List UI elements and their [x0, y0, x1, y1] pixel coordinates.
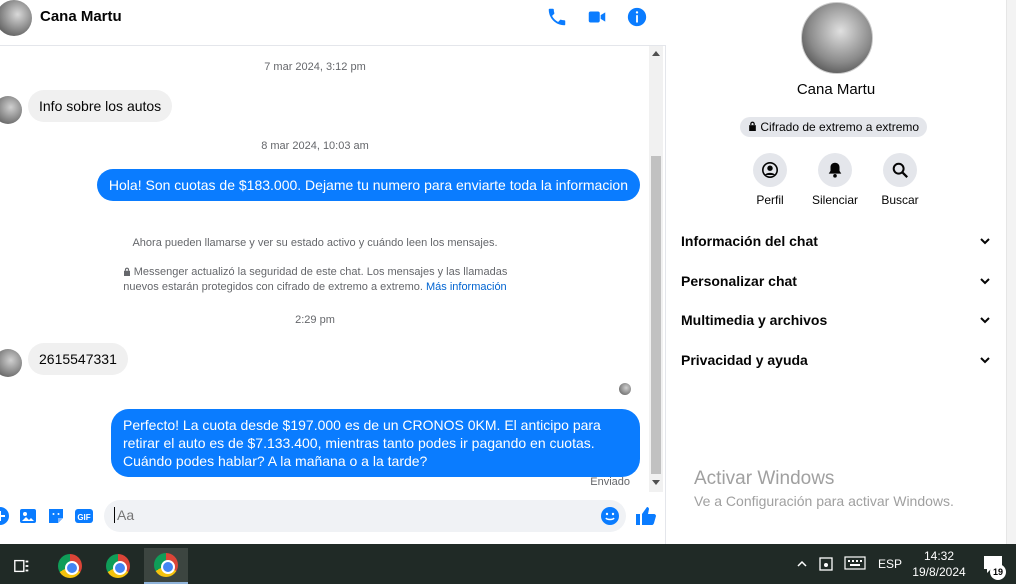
battery-icon[interactable] — [818, 556, 836, 575]
contact-avatar[interactable] — [0, 0, 32, 36]
profile-name: Cana Martu — [796, 81, 876, 98]
sticker-icon[interactable] — [46, 506, 66, 526]
section-customize-chat[interactable]: Personalizar chat — [681, 270, 993, 294]
action-label: Silenciar — [811, 193, 859, 207]
gif-icon[interactable]: GIF — [74, 506, 94, 526]
chat-info-panel: Cana Martu Cifrado de extremo a extremo … — [666, 0, 1006, 544]
section-label: Información del chat — [681, 233, 818, 249]
chevron-down-icon — [980, 317, 990, 324]
messenger-app: Cana Martu 7 mar 2024, 3:12 pm Info sobr… — [0, 0, 1016, 544]
security-notice: Messenger actualizó la seguridad de este… — [0, 265, 630, 295]
chevron-down-icon — [980, 238, 990, 245]
timestamp: 2:29 pm — [295, 314, 335, 326]
security-notice-line1: Messenger actualizó la seguridad de este… — [133, 266, 508, 278]
windows-taskbar: ESP 14:32 19/8/2024 19 — [0, 544, 1016, 584]
chat-header: Cana Martu — [0, 0, 666, 46]
section-media-files[interactable]: Multimedia y archivos — [681, 309, 993, 333]
section-label: Multimedia y archivos — [681, 312, 828, 328]
chevron-down-icon — [980, 278, 990, 285]
chrome-icon[interactable] — [96, 548, 140, 584]
system-clock[interactable]: 14:32 19/8/2024 — [896, 548, 982, 580]
search-action[interactable]: Buscar — [868, 153, 932, 207]
incoming-message[interactable]: 2615547331 — [28, 343, 128, 375]
chrome-profile-m-icon[interactable] — [144, 548, 188, 584]
keyboard-icon[interactable] — [844, 556, 866, 573]
seen-indicator-avatar — [619, 383, 631, 395]
profile-action-button[interactable] — [753, 153, 787, 187]
image-icon[interactable] — [18, 506, 38, 526]
message-input-box[interactable] — [104, 500, 626, 532]
outgoing-message[interactable]: Perfecto! La cuota desde $197.000 es de … — [111, 409, 640, 477]
mute-action[interactable]: Silenciar — [803, 153, 867, 207]
more-info-link[interactable]: Más información — [426, 281, 507, 293]
timestamp: 8 mar 2024, 10:03 am — [261, 140, 369, 152]
notification-count: 19 — [990, 564, 1006, 580]
lock-icon — [123, 266, 131, 276]
lock-icon — [748, 117, 757, 131]
scroll-thumb[interactable] — [651, 156, 661, 474]
section-label: Personalizar chat — [681, 273, 797, 289]
mute-action-button[interactable] — [818, 153, 852, 187]
section-privacy-help[interactable]: Privacidad y ayuda — [681, 349, 993, 373]
message-input[interactable] — [114, 507, 574, 523]
search-icon — [892, 162, 908, 178]
window-edge — [1006, 0, 1016, 544]
chrome-profile-1-icon[interactable] — [48, 548, 92, 584]
e2e-label: Cifrado de extremo a extremo — [760, 120, 920, 134]
e2e-badge[interactable]: Cifrado de extremo a extremo — [740, 117, 928, 137]
search-action-button[interactable] — [883, 153, 917, 187]
profile-icon — [761, 161, 779, 179]
bell-icon — [828, 162, 842, 178]
message-list[interactable]: 7 mar 2024, 3:12 pm Info sobre los autos… — [0, 46, 648, 492]
section-label: Privacidad y ayuda — [681, 352, 808, 368]
scroll-down-arrow[interactable] — [652, 480, 660, 485]
activate-windows-title: Activar Windows — [694, 468, 835, 489]
emoji-icon[interactable] — [600, 506, 620, 526]
plus-icon[interactable] — [0, 506, 10, 526]
chat-pane: Cana Martu 7 mar 2024, 3:12 pm Info sobr… — [0, 0, 666, 544]
contact-name[interactable]: Cana Martu — [40, 8, 122, 25]
like-icon[interactable] — [634, 504, 658, 528]
profile-photo[interactable] — [801, 2, 873, 74]
video-icon[interactable] — [586, 6, 608, 28]
chevron-down-icon — [980, 357, 990, 364]
section-chat-info[interactable]: Información del chat — [681, 230, 993, 254]
incoming-message[interactable]: Info sobre los autos — [28, 90, 173, 122]
activate-windows-subtitle: Ve a Configuración para activar Windows. — [694, 493, 954, 509]
clock-date: 19/8/2024 — [912, 565, 966, 579]
scrollbar[interactable] — [649, 46, 663, 492]
system-notice: Ahora pueden llamarse y ver su estado ac… — [132, 237, 498, 249]
composer: GIF — [0, 496, 666, 540]
phone-icon[interactable] — [546, 6, 568, 28]
scroll-up-arrow[interactable] — [652, 51, 660, 56]
profile-action[interactable]: Perfil — [738, 153, 802, 207]
clock-time: 14:32 — [923, 549, 955, 563]
info-icon[interactable] — [626, 6, 648, 28]
security-notice-line2: nuevos estarán protegidos con cifrado de… — [123, 281, 423, 293]
outgoing-message[interactable]: Hola! Son cuotas de $183.000. Dejame tu … — [96, 169, 640, 201]
svg-text:GIF: GIF — [77, 513, 90, 522]
message-status: Enviado — [590, 476, 630, 488]
timestamp: 7 mar 2024, 3:12 pm — [264, 61, 366, 73]
task-view-icon[interactable] — [0, 548, 44, 584]
chevron-up-icon[interactable] — [796, 558, 808, 573]
sender-avatar[interactable] — [0, 96, 22, 124]
sender-avatar[interactable] — [0, 349, 22, 377]
action-label: Buscar — [881, 193, 919, 207]
action-label: Perfil — [756, 193, 784, 207]
